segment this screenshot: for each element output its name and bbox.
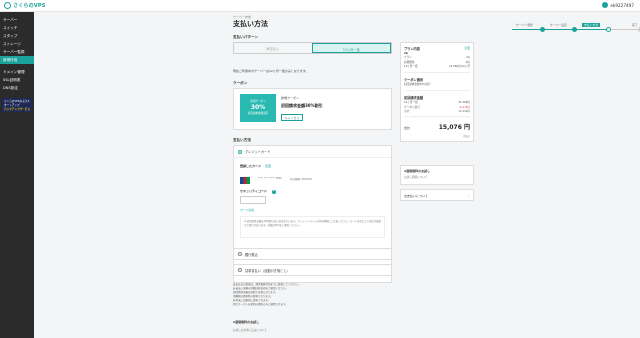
tab-monthly[interactable]: 毎月払い bbox=[234, 43, 312, 53]
card-expiry: 有効期限: 08/2025 bbox=[289, 177, 312, 181]
total-value: 15,076 円 bbox=[438, 124, 470, 132]
trial-box-heading: 2週間無料のお試し bbox=[404, 169, 431, 173]
sidebar-item-domain[interactable]: ドメイン管理 bbox=[0, 68, 34, 76]
plan-heading: プラン内容 bbox=[404, 47, 420, 51]
summary-row: 12ヶ月一括 21,588円/12ヶ月 bbox=[401, 65, 473, 69]
step-label-1: サーバー選択 bbox=[516, 23, 533, 27]
banner-line2: パックアップサービス bbox=[4, 108, 30, 111]
step-label-2: サーバー設定 bbox=[550, 23, 567, 27]
bank-transfer-option[interactable]: 銀行振込 bbox=[233, 248, 392, 260]
banner-line1: さくらのVPSおよびスタートアップ bbox=[4, 100, 30, 107]
logo-text: さくらのVPS bbox=[13, 3, 46, 9]
user-avatar-icon bbox=[602, 2, 609, 8]
divider bbox=[404, 89, 470, 91]
total-row: 合計 15,076 円 bbox=[401, 119, 473, 134]
sidebar-item-create[interactable]: 新規作成 bbox=[0, 56, 34, 64]
payment-pattern-note: 現在ご利用中のサーバーは12ヶ月一括のみとなります。 bbox=[233, 69, 309, 73]
step-line-done bbox=[512, 29, 608, 30]
coupon-heading: クーポン bbox=[233, 81, 248, 85]
notes-list: 支払方法の変更は、請求書発行前までに変更してください。 お支払い金額の詳細は料金… bbox=[233, 283, 392, 306]
summary-label: 12ヶ月一括 bbox=[404, 65, 418, 69]
plan-heading-row: プラン内容 変更 bbox=[401, 43, 473, 52]
breakdown-value: 15,112円 bbox=[458, 110, 470, 114]
user-id: ek9227497 bbox=[610, 2, 634, 8]
sidebar: サーバー スイッチ スタップ ストレージ サーバー監視 新規作成 ドメイン管理 … bbox=[0, 12, 34, 338]
coupon-applied-heading: クーポン適用 bbox=[401, 74, 473, 83]
top-bar: さくらのVPS ek9227497 bbox=[0, 0, 640, 12]
step-dot-3 bbox=[606, 27, 611, 32]
payment-info-label: お支払いについて bbox=[404, 194, 428, 198]
sidebar-item-ssl[interactable]: SSL証明書 bbox=[0, 76, 34, 84]
card-number: **** **** **** 3560 bbox=[258, 177, 282, 180]
page-title: 支払い方法 bbox=[233, 20, 268, 28]
progress-steps: サーバー選択 サーバー設定 支払い方法 完了 bbox=[500, 23, 640, 33]
step-label-3: 支払い方法 bbox=[582, 23, 600, 27]
promo-banner[interactable]: さくらのVPSおよびスタートアップ パックアップサービス bbox=[2, 98, 32, 112]
main-content: サーバー作成 支払い方法 サーバー選択 サーバー設定 支払い方法 完了 支払いパ… bbox=[34, 12, 640, 338]
trial-box-sub: お試し期間について bbox=[404, 176, 428, 179]
sidebar-item-snapshot[interactable]: スタップ bbox=[0, 32, 34, 40]
trial-box: 2週間無料のお試し お試し期間について bbox=[400, 165, 474, 185]
coupon-image-label: 新規クーポン bbox=[250, 100, 266, 103]
credit-card-radio[interactable] bbox=[238, 149, 242, 154]
coupon-card: 新規クーポン 30% 初回請求金額割引 新規クーポン 初回請求金額30%割引 キ… bbox=[233, 88, 392, 130]
user-menu[interactable]: ek9227497 bbox=[602, 2, 634, 8]
logo-icon bbox=[4, 2, 11, 9]
security-code-input[interactable] bbox=[240, 196, 266, 204]
total-label: 合計 bbox=[404, 126, 411, 131]
first-charge-title: 初回請求金額 bbox=[404, 96, 424, 101]
sakura-logo[interactable]: さくらのVPS bbox=[4, 2, 46, 9]
summary-value: 21,588円/12ヶ月 bbox=[448, 65, 470, 69]
invoice-option[interactable]: 請求書払い（自動引き落とし） bbox=[233, 264, 392, 276]
first-charge-heading: 初回請求金額 bbox=[401, 92, 473, 101]
breakdown-label: 小計 bbox=[404, 110, 410, 114]
note-item: 割引クーポンは初回の請求のみに適用されます。 bbox=[233, 302, 288, 306]
step-dot-2 bbox=[572, 27, 577, 32]
coupon-applied-text: 初回請求金額30%割引 bbox=[404, 83, 431, 87]
sidebar-item-switch[interactable]: スイッチ bbox=[0, 24, 34, 32]
add-card-link[interactable]: カード追加 bbox=[240, 208, 385, 212]
payment-fine-print: ※ 初回請求金額は24時間以内に決済を行います。クレジットカードの有効期限にご注… bbox=[240, 216, 385, 238]
step-label-4: 完了 bbox=[632, 23, 638, 27]
sidebar-item-dns[interactable]: DNS設定 bbox=[0, 84, 34, 92]
jcb-card-icon bbox=[240, 176, 250, 184]
bank-transfer-radio[interactable] bbox=[238, 252, 242, 256]
help-icon[interactable]: ? bbox=[271, 190, 276, 194]
invoice-label: 請求書払い（自動引き落とし） bbox=[245, 268, 290, 273]
coupon-description: 初回請求金額30%割引 bbox=[281, 103, 323, 108]
plan-change-link[interactable]: 変更 bbox=[464, 46, 470, 51]
invoice-radio[interactable] bbox=[238, 268, 242, 272]
order-summary: プラン内容 変更 2G プラン 2G 初期費用 0円 12ヶ月一括 21,588円/12… bbox=[400, 42, 474, 143]
cvc-label: セキュリティコード bbox=[240, 189, 267, 193]
tax-note: (税込) bbox=[463, 135, 470, 139]
coupon-applied-title: クーポン適用 bbox=[404, 78, 424, 83]
coupon-image-big: 30% bbox=[250, 104, 266, 111]
payment-info-accordion[interactable]: お支払いについて ⌄ bbox=[400, 189, 474, 201]
coupon-image: 新規クーポン 30% 初回請求金額割引 bbox=[240, 94, 276, 122]
sidebar-item-server[interactable]: サーバー bbox=[0, 16, 34, 24]
coupon-cancel-button[interactable]: キャンセル bbox=[281, 114, 303, 121]
sidebar-item-monitoring[interactable]: サーバー監視 bbox=[0, 48, 34, 56]
credit-card-label: クレジットカード bbox=[245, 150, 271, 154]
credit-card-option[interactable]: クレジットカード bbox=[234, 146, 391, 158]
sidebar-item-storage[interactable]: ストレージ bbox=[0, 40, 34, 48]
payment-pattern-heading: 支払いパターン bbox=[233, 35, 258, 39]
cvc-label-row: セキュリティコード ? bbox=[240, 189, 385, 194]
step-line-todo bbox=[608, 29, 638, 30]
divider bbox=[404, 116, 470, 118]
credit-card-section: クレジットカード 登録したカード 変更 **** **** **** 3560 有… bbox=[233, 145, 392, 283]
step-dot-1 bbox=[540, 27, 545, 32]
breakdown-row: 小計 15,112円 bbox=[401, 110, 473, 114]
coupon-title: 新規クーポン bbox=[281, 96, 300, 100]
tab-12-month[interactable]: 12ヶ月一括 bbox=[311, 43, 391, 53]
payment-method-heading: 支払い方法 bbox=[233, 138, 251, 142]
trial-heading: 2週間無料のお試し bbox=[233, 320, 260, 324]
trial-sub: お試しのお申し込みについて bbox=[233, 329, 267, 332]
payment-pattern-tabs: 毎月払い 12ヶ月一括 bbox=[233, 42, 392, 54]
chevron-down-icon: ⌄ bbox=[467, 194, 470, 198]
divider bbox=[404, 71, 470, 73]
bank-transfer-label: 銀行振込 bbox=[245, 252, 258, 257]
coupon-applied-row: 初回請求金額30%割引 bbox=[401, 83, 473, 87]
coupon-image-small: 初回請求金額割引 bbox=[247, 112, 269, 115]
